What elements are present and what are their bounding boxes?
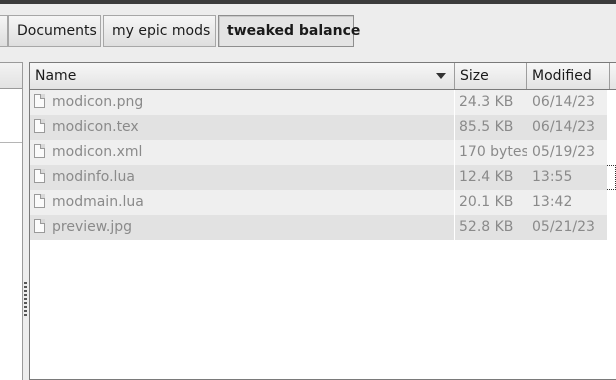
column-header-name-label: Name: [35, 68, 77, 84]
file-row[interactable]: modicon.xml 170 bytes 05/19/23: [30, 140, 616, 165]
file-modified: 05/19/23: [527, 140, 607, 165]
file-row[interactable]: modmain.lua 20.1 KB 13:42: [30, 190, 616, 215]
column-header-name[interactable]: Name: [30, 63, 455, 89]
file-row[interactable]: modicon.tex 85.5 KB 06/14/23: [30, 115, 616, 140]
file-name: modmain.lua: [52, 194, 144, 210]
file-size: 24.3 KB: [455, 90, 527, 115]
path-crumb-documents[interactable]: Documents: [8, 15, 101, 47]
path-crumb-my-epic-mods[interactable]: my epic mods: [103, 15, 216, 47]
file-name-cell: modmain.lua: [30, 190, 454, 215]
file-modified: 06/14/23: [527, 90, 607, 115]
file-icon: [34, 219, 45, 233]
file-name: modicon.xml: [52, 144, 143, 160]
file-name-cell: modicon.xml: [30, 140, 454, 165]
column-header-size[interactable]: Size: [455, 63, 527, 89]
file-name-cell: modinfo.lua: [30, 165, 454, 190]
column-header-size-label: Size: [460, 68, 489, 84]
column-header-modified[interactable]: Modified: [527, 63, 610, 89]
file-modified: 06/14/23: [527, 115, 607, 140]
sidebar-header: [0, 62, 22, 89]
file-icon: [34, 144, 45, 158]
file-size: 20.1 KB: [455, 190, 527, 215]
file-name-cell: preview.jpg: [30, 215, 454, 240]
file-icon: [34, 194, 45, 208]
sidebar-divider: [0, 142, 22, 143]
file-name: modicon.tex: [52, 119, 139, 135]
file-icon: [34, 94, 45, 108]
file-size: 12.4 KB: [455, 165, 527, 190]
file-name: modinfo.lua: [52, 169, 135, 185]
file-name: preview.jpg: [52, 219, 133, 235]
file-icon: [34, 169, 45, 183]
file-name-cell: modicon.tex: [30, 115, 454, 140]
sidebar-pane[interactable]: [0, 62, 23, 380]
file-name-cell: modicon.png: [30, 90, 454, 115]
file-row-focused[interactable]: modinfo.lua 12.4 KB 13:55: [30, 165, 616, 190]
file-icon: [34, 119, 45, 133]
path-crumb-tweaked-balance[interactable]: tweaked balance: [218, 15, 360, 47]
window-top-edge: [0, 0, 616, 4]
path-bar-scroll-left-button[interactable]: [0, 15, 8, 47]
file-list[interactable]: Name Size Modified modicon.png 24.3 KB 0…: [29, 62, 616, 380]
file-modified: 05/21/23: [527, 215, 607, 240]
column-header: Name Size Modified: [30, 63, 616, 90]
sort-descending-icon: [436, 73, 446, 79]
pane-resize-handle[interactable]: [24, 282, 27, 316]
file-name: modicon.png: [52, 94, 144, 110]
file-size: 170 bytes: [455, 140, 529, 165]
file-row[interactable]: modicon.png 24.3 KB 06/14/23: [30, 90, 616, 115]
file-row[interactable]: preview.jpg 52.8 KB 05/21/23: [30, 215, 616, 240]
column-header-modified-label: Modified: [532, 68, 592, 84]
file-size: 85.5 KB: [455, 115, 527, 140]
file-size: 52.8 KB: [455, 215, 527, 240]
file-modified: 13:55: [527, 165, 607, 190]
file-modified: 13:42: [527, 190, 607, 215]
